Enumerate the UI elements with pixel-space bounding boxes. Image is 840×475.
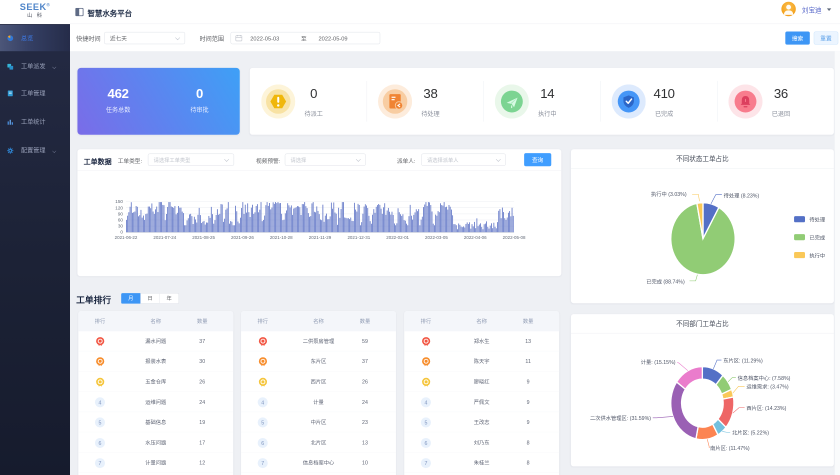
svg-text:2021-06-22: 2021-06-22 bbox=[115, 235, 138, 241]
svg-text:2022-03-05: 2022-03-05 bbox=[425, 235, 448, 241]
svg-text:2021-09-26: 2021-09-26 bbox=[231, 235, 254, 241]
svg-text:2022-04-06: 2022-04-06 bbox=[464, 235, 487, 241]
svg-text:120: 120 bbox=[115, 205, 123, 211]
svg-text:150: 150 bbox=[115, 199, 123, 205]
svg-text:2021-07-24: 2021-07-24 bbox=[153, 235, 176, 241]
svg-text:90: 90 bbox=[118, 211, 124, 217]
svg-text:2021-12-31: 2021-12-31 bbox=[347, 235, 370, 241]
svg-text:2021-08-25: 2021-08-25 bbox=[192, 235, 215, 241]
svg-text:60: 60 bbox=[118, 218, 124, 224]
svg-text:2022-02-01: 2022-02-01 bbox=[386, 235, 409, 241]
svg-text:2022-05-08: 2022-05-08 bbox=[503, 235, 526, 241]
svg-text:30: 30 bbox=[118, 224, 124, 230]
svg-text:2021-10-28: 2021-10-28 bbox=[270, 235, 293, 241]
svg-text:2021-11-29: 2021-11-29 bbox=[309, 235, 332, 241]
